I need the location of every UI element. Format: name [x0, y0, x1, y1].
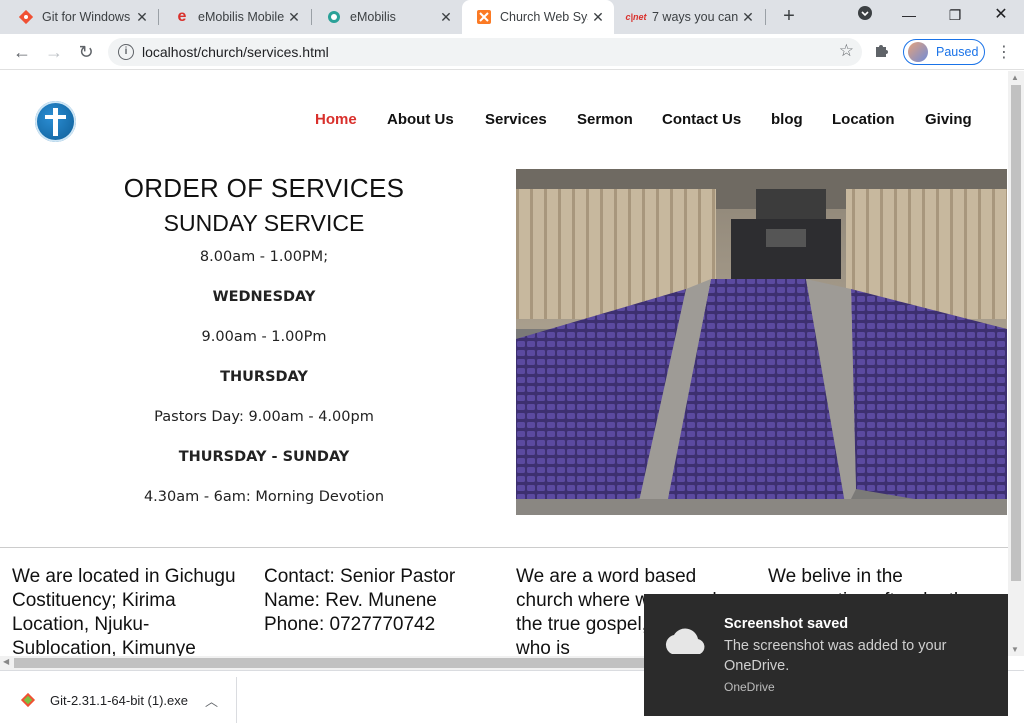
auditorium-illustration — [516, 169, 1007, 515]
onedrive-notification[interactable]: Screenshot saved The screenshot was adde… — [644, 594, 1008, 716]
section-divider — [0, 547, 1008, 548]
close-icon[interactable]: ✕ — [738, 9, 758, 26]
url-text[interactable]: localhost/church/services.html — [142, 44, 329, 60]
footer-contact: Contact: Senior Pastor Name: Rev. Munene… — [264, 566, 456, 635]
extensions-puzzle-icon[interactable] — [874, 42, 890, 62]
close-icon[interactable]: ✕ — [284, 9, 304, 26]
schedule-line: 4.30am - 6am: Morning Devotion — [143, 489, 385, 505]
profile-button[interactable]: Paused — [903, 39, 985, 65]
footer-location: We are located in Gichugu Costituency; K… — [12, 566, 236, 656]
restore-button[interactable]: ❐ — [932, 0, 978, 30]
emobilis-circle-icon — [326, 9, 342, 25]
nav-location[interactable]: Location — [832, 111, 895, 128]
address-bar[interactable]: i localhost/church/services.html ☆ — [108, 38, 862, 66]
tab-git-for-windows[interactable]: Git for Windows ✕ — [4, 0, 158, 34]
reload-button[interactable]: ↻ — [72, 38, 100, 66]
downloads-separator — [236, 677, 237, 723]
toast-source: OneDrive — [724, 680, 775, 694]
close-icon[interactable]: ✕ — [436, 9, 456, 26]
nav-home[interactable]: Home — [315, 111, 357, 128]
minimize-button[interactable]: — — [886, 0, 932, 30]
toast-title: Screenshot saved — [724, 616, 849, 632]
tab-title: eMobilis Mobile — [198, 10, 284, 24]
avatar — [908, 42, 928, 62]
tab-title: 7 ways you can t — [652, 10, 738, 24]
cnet-icon: c|net — [625, 12, 647, 22]
tab-title: Git for Windows — [42, 10, 131, 24]
order-of-services: ORDER OF SERVICES SUNDAY SERVICE 8.00am … — [0, 173, 528, 527]
close-icon[interactable]: ✕ — [588, 9, 608, 26]
tab-title: eMobilis — [350, 10, 396, 24]
git-icon — [20, 692, 36, 708]
nav-giving[interactable]: Giving — [925, 111, 972, 128]
git-icon — [18, 9, 34, 25]
tab-emobilis[interactable]: eMobilis ✕ — [312, 0, 462, 34]
close-window-button[interactable]: ✕ — [978, 0, 1024, 30]
bookmark-star-icon[interactable]: ☆ — [839, 41, 854, 61]
scroll-left-icon[interactable]: ◀ — [3, 657, 9, 666]
church-logo[interactable] — [35, 101, 76, 142]
tab-church-web-sys[interactable]: Church Web Sys ✕ — [462, 0, 614, 34]
forward-button[interactable]: → — [40, 38, 68, 66]
vertical-scrollbar[interactable]: ▲ ▼ — [1008, 71, 1024, 656]
cross-bar — [45, 115, 66, 119]
vertical-scroll-thumb[interactable] — [1011, 85, 1021, 581]
new-tab-button[interactable]: + — [778, 5, 800, 29]
profile-status: Paused — [936, 45, 979, 59]
more-menu-icon[interactable]: ⋮ — [996, 42, 1012, 62]
auditorium-photo — [516, 169, 1007, 515]
onedrive-cloud-icon — [660, 624, 710, 658]
nav-services[interactable]: Services — [485, 111, 547, 128]
scroll-up-icon[interactable]: ▲ — [1011, 73, 1019, 82]
browser-toolbar: ← → ↻ i localhost/church/services.html ☆ — [0, 34, 1024, 70]
tab-title: Church Web Sys — [500, 10, 588, 24]
nav-sermon[interactable]: Sermon — [577, 111, 633, 128]
xampp-icon — [476, 9, 492, 25]
back-button[interactable]: ← — [8, 38, 36, 66]
nav-contact-us[interactable]: Contact Us — [662, 111, 741, 128]
tab-strip: Git for Windows ✕ e eMobilis Mobile ✕ eM… — [0, 0, 1024, 34]
schedule-heading: THURSDAY — [220, 369, 308, 385]
toast-body: The screenshot was added to your OneDriv… — [724, 638, 947, 674]
schedule-heading: WEDNESDAY — [212, 289, 316, 305]
schedule-heading: THURSDAY - SUNDAY — [178, 449, 350, 465]
tab-separator — [765, 9, 766, 25]
download-filename[interactable]: Git-2.31.1-64-bit (1).exe — [50, 693, 188, 708]
emobilis-icon: e — [177, 8, 187, 25]
tab-emobilis-mobile[interactable]: e eMobilis Mobile ✕ — [160, 0, 310, 34]
nav-blog[interactable]: blog — [771, 111, 803, 128]
schedule-line: 9.00am - 1.00Pm — [201, 329, 327, 345]
chevron-down-icon — [858, 6, 872, 20]
nav-about-us[interactable]: About Us — [387, 111, 454, 128]
services-subtitle: SUNDAY SERVICE — [163, 210, 365, 236]
info-icon[interactable]: i — [118, 44, 134, 60]
tab-cnet[interactable]: c|net 7 ways you can t ✕ — [614, 0, 764, 34]
tab-separator — [158, 9, 159, 25]
scroll-down-icon[interactable]: ▼ — [1011, 645, 1019, 654]
cross-icon — [53, 108, 58, 136]
services-title: ORDER OF SERVICES — [123, 173, 405, 203]
chevron-up-icon[interactable]: ︿ — [205, 691, 218, 710]
tab-search-button[interactable] — [842, 0, 888, 30]
page-viewport: Home About Us Services Sermon Contact Us… — [0, 71, 1008, 656]
schedule-line: Pastors Day: 9.00am - 4.00pm — [154, 409, 374, 425]
close-icon[interactable]: ✕ — [132, 9, 152, 26]
schedule-line: 8.00am - 1.00PM; — [199, 249, 329, 265]
